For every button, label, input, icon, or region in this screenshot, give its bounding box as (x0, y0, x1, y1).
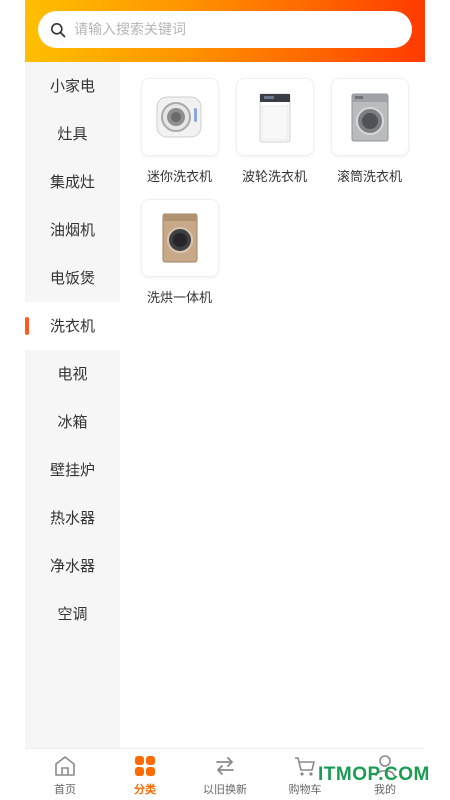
sidebar-item-water-heater[interactable]: 热水器 (25, 494, 120, 542)
tab-label: 首页 (54, 783, 76, 796)
sidebar-item-water-purifier[interactable]: 净水器 (25, 542, 120, 590)
tab-label: 以旧换新 (203, 783, 247, 796)
product-thumbnail (330, 78, 409, 156)
search-bar[interactable] (38, 11, 412, 48)
category-sidebar: 小家电 灶具 集成灶 油烟机 电饭煲 洗衣机 电视 冰箱 壁挂炉 热水器 净水器… (25, 62, 120, 748)
sidebar-item-range-hood[interactable]: 油烟机 (25, 206, 120, 254)
tab-label: 分类 (134, 783, 156, 796)
sidebar-item-rice-cooker[interactable]: 电饭煲 (25, 254, 120, 302)
washer-dryer-icon (162, 213, 197, 263)
sidebar-item-tv[interactable]: 电视 (25, 350, 120, 398)
product-card[interactable]: 迷你洗衣机 (132, 78, 227, 185)
sidebar-item-wall-boiler[interactable]: 壁挂炉 (25, 446, 120, 494)
product-name: 滚筒洗衣机 (336, 170, 402, 185)
product-thumbnail (140, 78, 219, 156)
product-panel: 迷你洗衣机 波轮洗衣机 滚筒洗衣机 洗烘一体机 (120, 62, 425, 748)
product-name: 迷你洗衣机 (146, 170, 212, 185)
sidebar-item-stove[interactable]: 灶具 (25, 110, 120, 158)
product-name: 洗烘一体机 (146, 291, 212, 306)
exchange-icon (216, 757, 234, 775)
watermark: ITMOP.COM (318, 764, 430, 785)
tab-label: 购物车 (288, 783, 322, 796)
front-load-washer-icon (351, 93, 388, 142)
sidebar-item-refrigerator[interactable]: 冰箱 (25, 398, 120, 446)
sidebar-item-washing-machine[interactable]: 洗衣机 (25, 302, 120, 350)
product-thumbnail (235, 78, 314, 156)
sidebar-item-small-appliance[interactable]: 小家电 (25, 62, 120, 110)
tab-category[interactable]: 分类 (105, 749, 185, 800)
tab-trade-in[interactable]: 以旧换新 (185, 749, 265, 800)
cart-icon (295, 757, 315, 776)
sidebar-item-air-conditioner[interactable]: 空调 (25, 590, 120, 638)
sidebar-item-integrated-stove[interactable]: 集成灶 (25, 158, 120, 206)
category-icon (135, 756, 155, 776)
mini-washer-icon (156, 96, 201, 138)
header-bar (25, 0, 425, 62)
home-icon (55, 756, 75, 776)
search-input[interactable] (74, 21, 374, 38)
product-grid: 迷你洗衣机 波轮洗衣机 滚筒洗衣机 洗烘一体机 (132, 78, 422, 306)
product-thumbnail (140, 199, 219, 277)
product-card[interactable]: 滚筒洗衣机 (322, 78, 417, 185)
product-card[interactable]: 波轮洗衣机 (227, 78, 322, 185)
app-screen: 小家电 灶具 集成灶 油烟机 电饭煲 洗衣机 电视 冰箱 壁挂炉 热水器 净水器… (25, 0, 425, 800)
tab-home[interactable]: 首页 (25, 749, 105, 800)
product-card[interactable]: 洗烘一体机 (132, 199, 227, 306)
product-name: 波轮洗衣机 (241, 170, 307, 185)
top-load-washer-icon (259, 93, 290, 143)
search-icon (51, 22, 66, 37)
